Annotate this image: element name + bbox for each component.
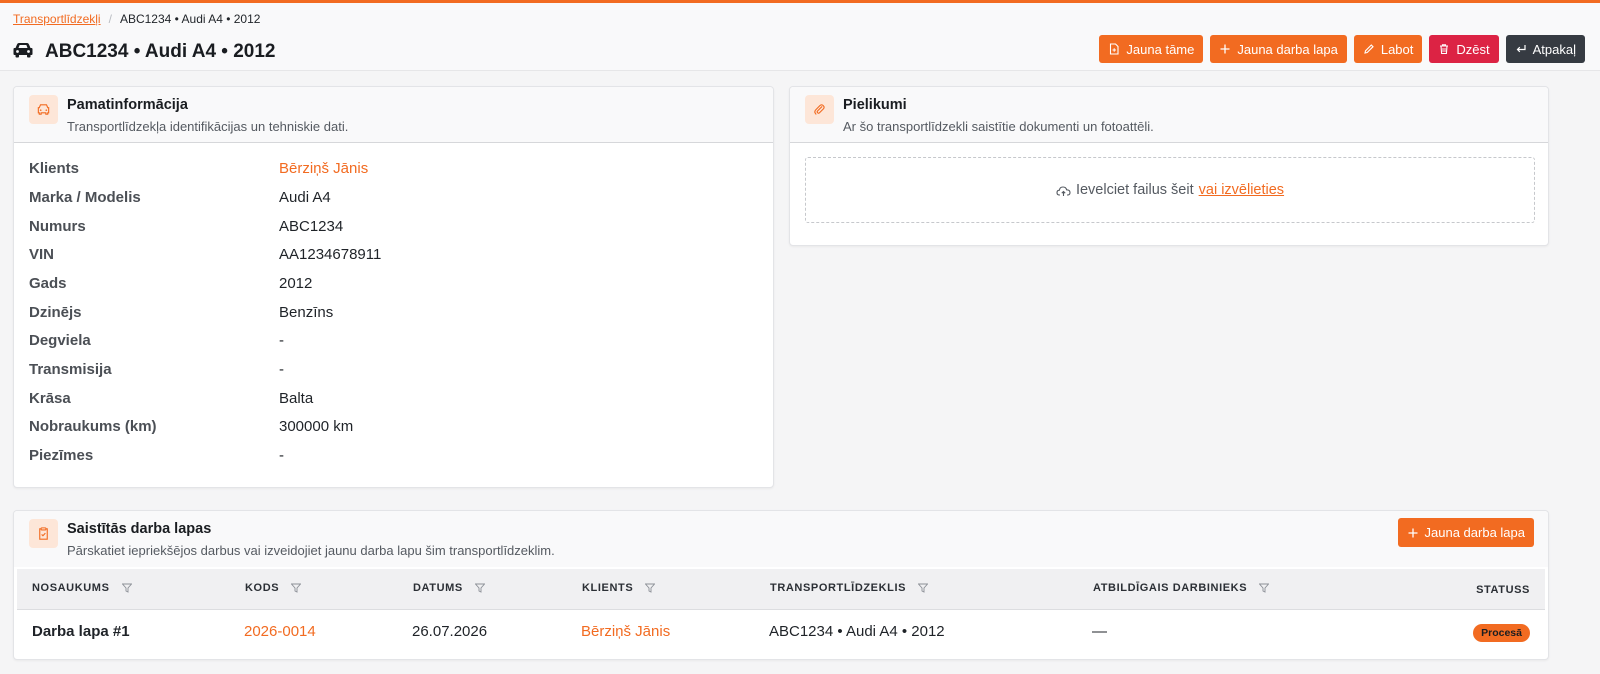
delete-label: Dzēst bbox=[1456, 41, 1490, 57]
document-icon bbox=[1110, 43, 1119, 55]
basic-info-subtitle: Transportlīdzekļa identifikācijas un teh… bbox=[67, 119, 349, 134]
page-header: Transportlīdzekļi / ABC1234 • Audi A4 • … bbox=[0, 3, 1600, 71]
filter-icon[interactable] bbox=[121, 583, 132, 593]
plus-icon bbox=[1408, 528, 1418, 537]
info-label: Klients bbox=[29, 160, 80, 177]
new-worksheet-label: Jauna darba lapa bbox=[1237, 41, 1338, 57]
edit-button[interactable]: Labot bbox=[1353, 35, 1423, 63]
column-header-name[interactable]: NOSAUKUMS bbox=[32, 582, 132, 594]
column-header-client[interactable]: KLIENTS bbox=[582, 582, 656, 594]
page-title: ABC1234 • Audi A4 • 2012 bbox=[45, 41, 276, 62]
trash-icon bbox=[1440, 44, 1449, 55]
column-header-label: KODS bbox=[245, 582, 280, 594]
attachments-header: Pielikumi Ar šo transportlīdzekli saistī… bbox=[790, 87, 1548, 143]
column-header-employee[interactable]: ATBILDĪGAIS DARBINIEKS bbox=[1093, 582, 1270, 594]
filter-icon[interactable] bbox=[474, 583, 485, 593]
breadcrumb: Transportlīdzekļi / ABC1234 • Audi A4 • … bbox=[13, 12, 260, 26]
pencil-icon bbox=[1364, 44, 1374, 54]
basic-info-card: Pamatinformācija Transportlīdzekļa ident… bbox=[13, 86, 774, 488]
info-value: ABC1234 bbox=[279, 218, 344, 235]
filter-icon[interactable] bbox=[645, 583, 656, 593]
file-dropzone[interactable]: Ievelciet failus šeit vai izvēlieties bbox=[805, 157, 1535, 223]
car-front-icon bbox=[29, 95, 58, 124]
delete-button[interactable]: Dzēst bbox=[1429, 35, 1499, 63]
breadcrumb-current: ABC1234 • Audi A4 • 2012 bbox=[119, 12, 261, 26]
dropzone-text: Ievelciet failus šeit bbox=[1075, 182, 1194, 198]
basic-info-title: Pamatinformācija bbox=[67, 97, 188, 113]
column-header-code[interactable]: KODS bbox=[245, 582, 302, 594]
info-label: Piezīmes bbox=[29, 447, 94, 464]
breadcrumb-link-vehicles[interactable]: Transportlīdzekļi bbox=[13, 12, 101, 26]
new-worksheet-table-button[interactable]: Jauna darba lapa bbox=[1397, 518, 1534, 547]
column-header-label: ATBILDĪGAIS DARBINIEKS bbox=[1093, 582, 1248, 594]
filter-icon[interactable] bbox=[918, 583, 929, 593]
cell-date: 26.07.2026 bbox=[412, 623, 488, 640]
info-value: - bbox=[279, 361, 284, 378]
cloud-upload-icon bbox=[1056, 185, 1071, 196]
new-worksheet-button[interactable]: Jauna darba lapa bbox=[1210, 35, 1347, 63]
column-header-status[interactable]: STATUSS bbox=[1476, 584, 1530, 596]
filter-icon[interactable] bbox=[1259, 583, 1270, 593]
info-label: Transmisija bbox=[29, 361, 112, 378]
breadcrumb-separator: / bbox=[108, 12, 112, 26]
worksheets-subtitle: Pārskatiet iepriekšējos darbus vai izvei… bbox=[67, 543, 555, 558]
basic-info-header: Pamatinformācija Transportlīdzekļa ident… bbox=[14, 87, 773, 143]
client-link[interactable]: Bērziņš Jānis bbox=[279, 160, 368, 177]
back-button[interactable]: Atpakaļ bbox=[1505, 35, 1585, 63]
info-label: Gads bbox=[29, 275, 67, 292]
new-worksheet-table-label: Jauna darba lapa bbox=[1424, 525, 1525, 540]
table-header: NOSAUKUMS KODS DATUMS KLIENTS TRANSPORTL… bbox=[17, 569, 1545, 610]
clipboard-check-icon bbox=[29, 519, 58, 548]
column-header-label: STATUSS bbox=[1476, 584, 1530, 596]
worksheets-header: Saistītās darba lapas Pārskatiet iepriek… bbox=[14, 511, 1548, 567]
header-actions: Jauna tāme Jauna darba lapa Labot Dzēst … bbox=[1099, 35, 1585, 63]
info-label: Dzinējs bbox=[29, 304, 82, 321]
title-row: ABC1234 • Audi A4 • 2012 bbox=[13, 41, 276, 63]
attachments-card: Pielikumi Ar šo transportlīdzekli saistī… bbox=[789, 86, 1549, 246]
info-value: 300000 km bbox=[279, 418, 354, 435]
paperclip-icon bbox=[805, 95, 834, 124]
return-arrow-icon bbox=[1516, 45, 1526, 53]
column-header-label: DATUMS bbox=[413, 582, 463, 594]
column-header-label: KLIENTS bbox=[582, 582, 634, 594]
info-value: Benzīns bbox=[279, 304, 334, 321]
info-value: - bbox=[279, 332, 284, 349]
worksheets-card: Saistītās darba lapas Pārskatiet iepriek… bbox=[13, 510, 1549, 660]
cell-client-link[interactable]: Bērziņš Jānis bbox=[581, 623, 670, 640]
new-estimate-label: Jauna tāme bbox=[1126, 41, 1195, 57]
info-label: VIN bbox=[29, 246, 55, 263]
info-value: - bbox=[279, 447, 284, 464]
choose-files-link[interactable]: vai izvēlieties bbox=[1199, 182, 1284, 198]
back-label: Atpakaļ bbox=[1532, 41, 1576, 57]
info-value: Audi A4 bbox=[279, 189, 331, 206]
info-label: Krāsa bbox=[29, 390, 71, 407]
info-value: AA1234678911 bbox=[279, 246, 382, 263]
info-label: Degviela bbox=[29, 332, 91, 349]
cell-name: Darba lapa #1 bbox=[32, 623, 130, 640]
attachments-subtitle: Ar šo transportlīdzekli saistītie dokume… bbox=[843, 119, 1154, 134]
attachments-title: Pielikumi bbox=[843, 97, 907, 113]
info-label: Numurs bbox=[29, 218, 86, 235]
column-header-date[interactable]: DATUMS bbox=[413, 582, 485, 594]
info-label: Nobraukums (km) bbox=[29, 418, 157, 435]
new-estimate-button[interactable]: Jauna tāme bbox=[1099, 35, 1204, 63]
cell-vehicle: ABC1234 • Audi A4 • 2012 bbox=[769, 623, 945, 640]
filter-icon[interactable] bbox=[291, 583, 302, 593]
car-icon bbox=[13, 42, 33, 62]
cell-code-link[interactable]: 2026-0014 bbox=[244, 623, 316, 640]
cell-employee: — bbox=[1092, 623, 1107, 640]
info-value: Balta bbox=[279, 390, 314, 407]
edit-label: Labot bbox=[1380, 41, 1414, 57]
column-header-vehicle[interactable]: TRANSPORTLĪDZEKLIS bbox=[770, 582, 929, 594]
column-header-label: TRANSPORTLĪDZEKLIS bbox=[770, 582, 907, 594]
info-label: Marka / Modelis bbox=[29, 189, 141, 206]
column-header-label: NOSAUKUMS bbox=[32, 582, 110, 594]
worksheets-title: Saistītās darba lapas bbox=[67, 521, 212, 537]
plus-icon bbox=[1220, 44, 1230, 54]
status-badge: Procesā bbox=[1473, 624, 1530, 642]
info-value: 2012 bbox=[279, 275, 313, 292]
